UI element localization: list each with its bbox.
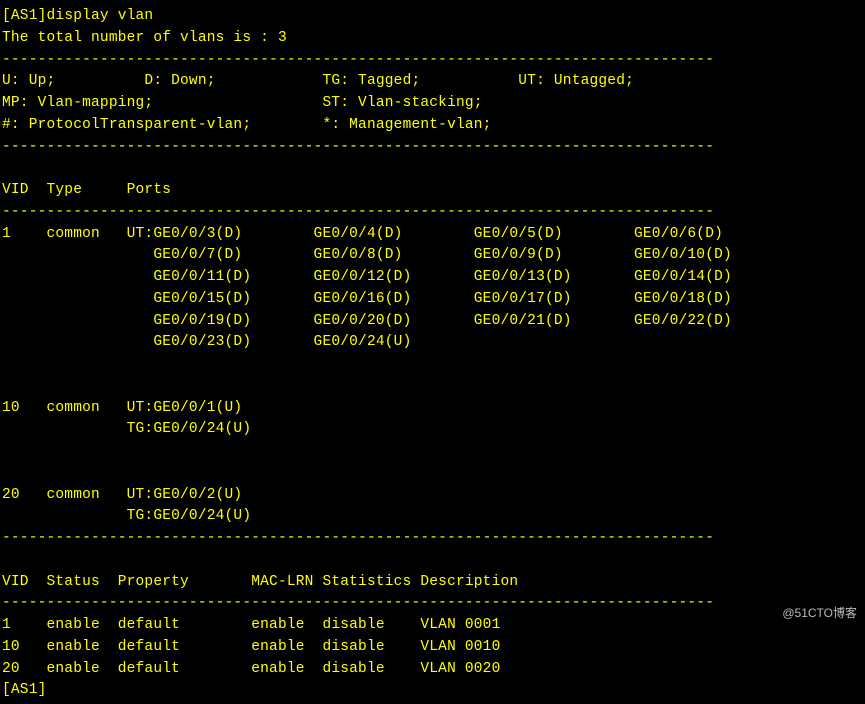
legend-line-1: U: Up; D: Down; TG: Tagged; UT: Untagged…	[2, 73, 634, 89]
final-prompt: [AS1]	[2, 682, 47, 698]
divider: ----------------------------------------…	[2, 530, 714, 546]
blank	[2, 552, 11, 568]
divider: ----------------------------------------…	[2, 595, 714, 611]
watermark: @51CTO博客	[782, 604, 857, 622]
blank	[2, 160, 11, 176]
terminal-output[interactable]: [AS1]display vlan The total number of vl…	[0, 0, 865, 704]
divider: ----------------------------------------…	[2, 52, 714, 68]
status-table: 1 enable default enable disable VLAN 000…	[2, 617, 500, 677]
legend-line-3: #: ProtocolTransparent-vlan; *: Manageme…	[2, 117, 492, 133]
command: display vlan	[47, 8, 154, 24]
ports-header: VID Type Ports	[2, 182, 171, 198]
vlan-ports-table: 1 common UT:GE0/0/3(D) GE0/0/4(D) GE0/0/…	[2, 226, 732, 525]
summary-prefix: The total number of vlans is :	[2, 30, 278, 46]
legend-line-2: MP: Vlan-mapping; ST: Vlan-stacking;	[2, 95, 483, 111]
prompt: [AS1]	[2, 8, 47, 24]
status-header: VID Status Property MAC-LRN Statistics D…	[2, 574, 518, 590]
divider: ----------------------------------------…	[2, 204, 714, 220]
divider: ----------------------------------------…	[2, 139, 714, 155]
vlan-total: 3	[278, 30, 287, 46]
